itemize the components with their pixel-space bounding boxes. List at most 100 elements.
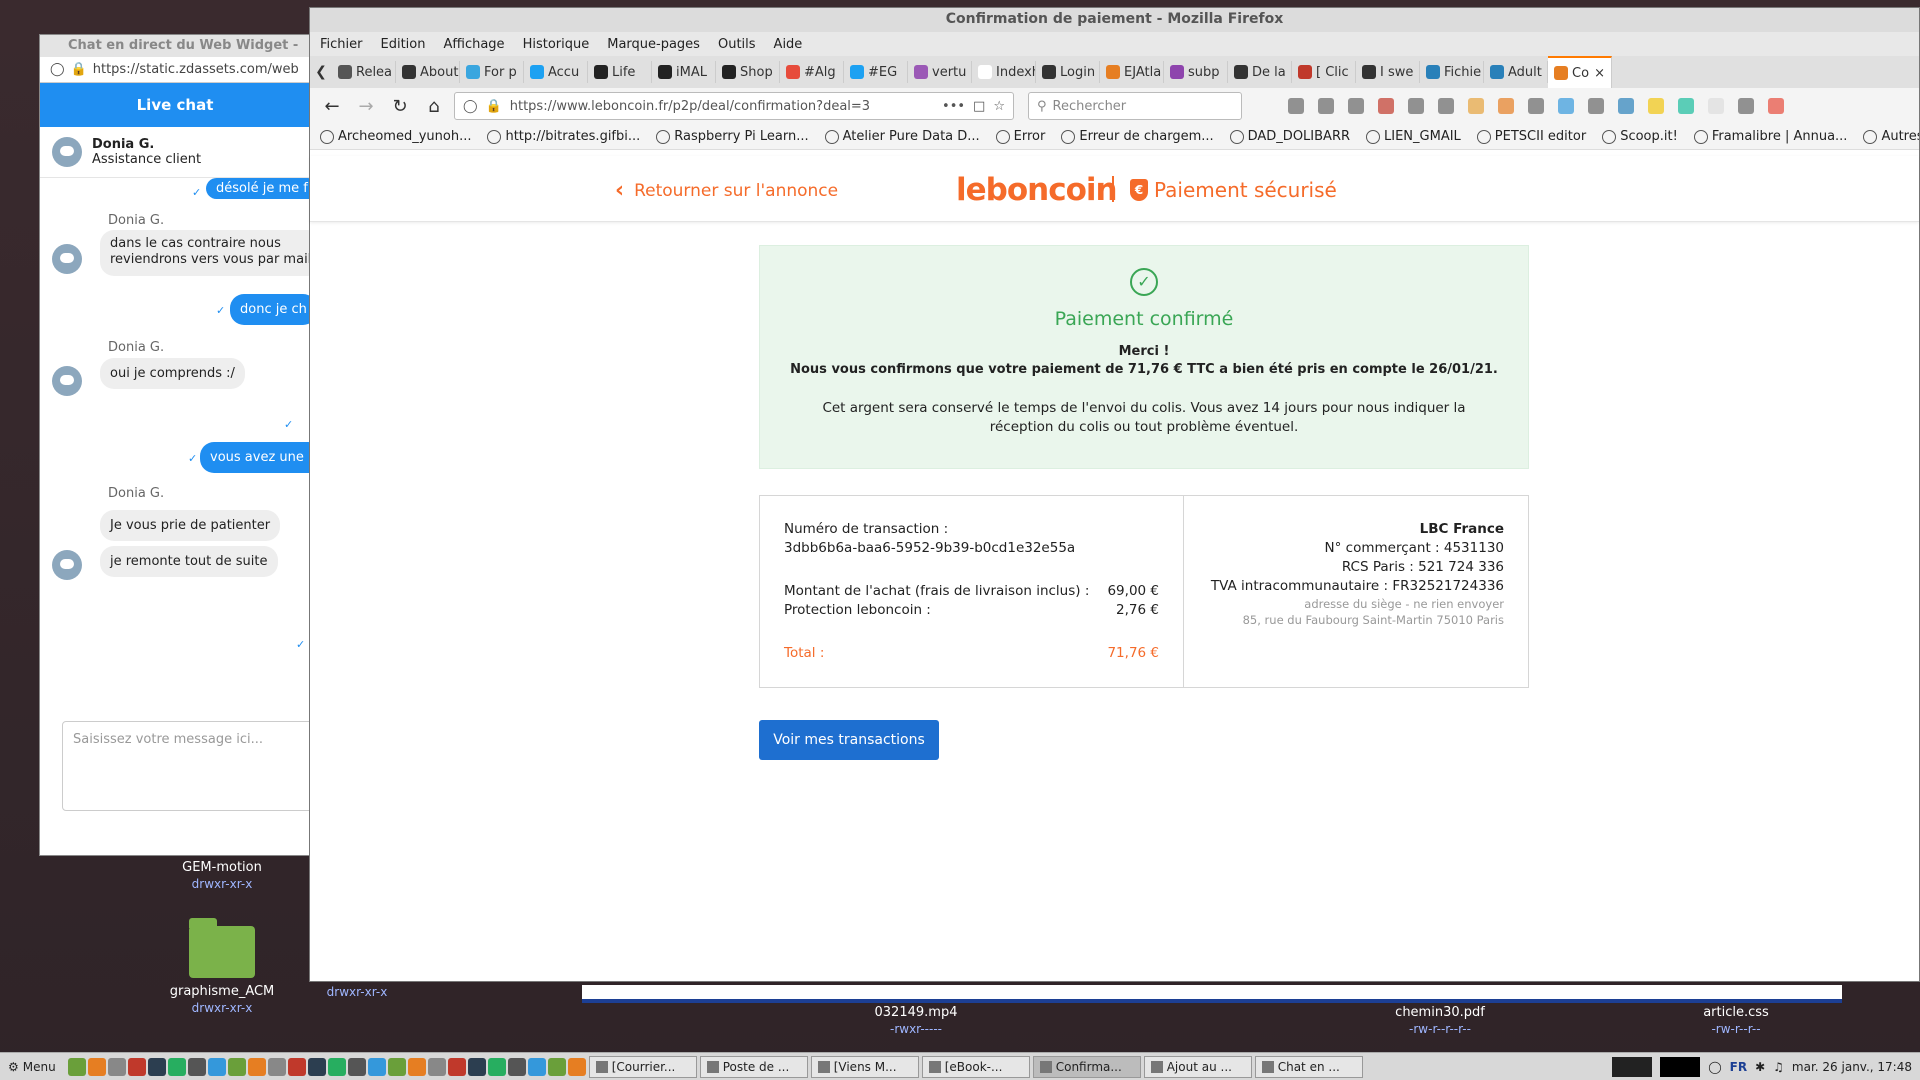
taskbar-window-button[interactable]: [Courrier... <box>588 1055 697 1078</box>
launcher-app-icon[interactable] <box>547 1057 566 1076</box>
bookmark-item[interactable]: Atelier Pure Data D... <box>824 129 980 144</box>
bookmark-item[interactable]: Autres marque <box>1863 129 1919 144</box>
extension-icon[interactable] <box>1408 98 1424 114</box>
desktop-folder-graphisme[interactable]: graphisme_ACM drwxr-xr-x <box>152 918 292 1016</box>
launcher-app-icon[interactable] <box>367 1057 386 1076</box>
bookmark-item[interactable]: PETSCII editor <box>1476 129 1586 144</box>
leboncoin-logo[interactable]: leboncoin <box>956 172 1118 208</box>
browser-tab[interactable]: Co × <box>1548 56 1612 88</box>
extension-icon[interactable] <box>1648 98 1664 114</box>
menu-fichier[interactable]: Fichier <box>320 37 363 52</box>
bookmark-item[interactable]: Error <box>995 129 1045 144</box>
browser-tab[interactable]: subp <box>1164 61 1228 83</box>
launcher-app-icon[interactable] <box>227 1057 246 1076</box>
browser-tab[interactable]: Login <box>1036 61 1100 83</box>
library-icon[interactable] <box>1318 98 1334 114</box>
taskbar-window-button[interactable]: [Viens M... <box>810 1055 919 1078</box>
bookmark-item[interactable]: DAD_DOLIBARR <box>1229 129 1350 144</box>
launcher-app-icon[interactable] <box>407 1057 426 1076</box>
launcher-app-icon[interactable] <box>327 1057 346 1076</box>
close-tab-icon[interactable]: × <box>1594 66 1605 81</box>
home-icon[interactable]: ⌂ <box>420 92 448 120</box>
launcher-app-icon[interactable] <box>167 1057 186 1076</box>
launcher-app-icon[interactable] <box>67 1057 86 1076</box>
launcher-app-icon[interactable] <box>107 1057 126 1076</box>
browser-tab[interactable]: Adult <box>1484 61 1548 83</box>
desktop-file-pdf[interactable]: chemin30.pdf -rw-r--r--r-- <box>1370 1005 1510 1037</box>
taskbar-window-button[interactable]: Ajout au ... <box>1143 1055 1252 1078</box>
youtube-icon[interactable] <box>1768 98 1784 114</box>
bluetooth-icon[interactable]: ✱ <box>1755 1060 1765 1074</box>
launcher-app-icon[interactable] <box>567 1057 586 1076</box>
launcher-app-icon[interactable] <box>147 1057 166 1076</box>
menu-historique[interactable]: Historique <box>523 37 590 52</box>
browser-tab[interactable]: For p <box>460 61 524 83</box>
bookmark-item[interactable]: Framalibre | Annua... <box>1693 129 1847 144</box>
back-to-listing-link[interactable]: ‹ Retourner sur l'annonce <box>615 178 838 203</box>
launcher-app-icon[interactable] <box>247 1057 266 1076</box>
extension-icon[interactable] <box>1498 98 1514 114</box>
clock[interactable]: mar. 26 janv., 17:48 <box>1792 1060 1912 1074</box>
chat-urlbar[interactable]: ◯ 🔒 https://static.zdassets.com/web <box>40 57 310 83</box>
desktop-file-mp4[interactable]: 032149.mp4 -rwxr----- <box>846 1005 986 1037</box>
sidebar-icon[interactable] <box>1438 98 1454 114</box>
menu-edition[interactable]: Edition <box>381 37 426 52</box>
launcher-app-icon[interactable] <box>507 1057 526 1076</box>
back-arrow-icon[interactable]: ← <box>318 92 346 120</box>
launcher-app-icon[interactable] <box>87 1057 106 1076</box>
reload-icon[interactable]: ↻ <box>386 92 414 120</box>
view-transactions-button[interactable]: Voir mes transactions <box>759 720 939 760</box>
forward-arrow-icon[interactable]: → <box>352 92 380 120</box>
launcher-app-icon[interactable] <box>347 1057 366 1076</box>
keyboard-layout[interactable]: FR <box>1730 1060 1747 1074</box>
star-icon[interactable]: ☆ <box>993 99 1005 114</box>
pocket-icon[interactable]: □ <box>973 99 985 114</box>
extension-icon[interactable] <box>1348 98 1364 114</box>
extension-icon[interactable] <box>1738 98 1754 114</box>
browser-tab[interactable]: #Alg <box>780 61 844 83</box>
launcher-app-icon[interactable] <box>287 1057 306 1076</box>
start-menu-button[interactable]: ⚙ Menu <box>0 1060 64 1074</box>
more-icon[interactable]: ••• <box>942 99 965 114</box>
menu-affichage[interactable]: Affichage <box>443 37 504 52</box>
desktop-file-css[interactable]: article.css -rw-r--r-- <box>1666 1005 1806 1037</box>
extension-icon[interactable] <box>1678 98 1694 114</box>
launcher-app-icon[interactable] <box>527 1057 546 1076</box>
taskbar-window-button[interactable]: Confirma... <box>1032 1055 1141 1078</box>
launcher-app-icon[interactable] <box>127 1057 146 1076</box>
shield-icon[interactable]: ◯ <box>1708 1060 1721 1074</box>
browser-tab[interactable]: vertu <box>908 61 972 83</box>
chat-window[interactable]: Chat en direct du Web Widget - ◯ 🔒 https… <box>39 34 322 856</box>
launcher-app-icon[interactable] <box>467 1057 486 1076</box>
browser-tab[interactable]: Shop <box>716 61 780 83</box>
browser-tab[interactable]: De la <box>1228 61 1292 83</box>
download-icon[interactable] <box>1288 98 1304 114</box>
extension-icon[interactable] <box>1528 98 1544 114</box>
volume-icon[interactable]: ♫ <box>1773 1060 1784 1074</box>
taskbar-window-button[interactable]: Chat en ... <box>1254 1055 1363 1078</box>
bookmark-item[interactable]: Erreur de chargem... <box>1061 129 1214 144</box>
launcher-app-icon[interactable] <box>427 1057 446 1076</box>
tabs-scroll-left-icon[interactable]: ❮ <box>310 58 332 86</box>
browser-tab[interactable]: Indexhib <box>972 61 1036 83</box>
menu-marque-pages[interactable]: Marque-pages <box>607 37 700 52</box>
browser-tab[interactable]: #EG <box>844 61 908 83</box>
desktop-folder-gem-motion[interactable]: GEM-motion drwxr-xr-x <box>152 860 292 892</box>
launcher-app-icon[interactable] <box>267 1057 286 1076</box>
taskbar-window-button[interactable]: [eBook-... <box>921 1055 1030 1078</box>
save-icon[interactable] <box>1588 98 1604 114</box>
bookmark-item[interactable]: http://bitrates.gifbi... <box>487 129 640 144</box>
launcher-app-icon[interactable] <box>207 1057 226 1076</box>
launcher-app-icon[interactable] <box>307 1057 326 1076</box>
chat-message-input[interactable]: Saisissez votre message ici... <box>62 721 322 811</box>
browser-tab[interactable]: Accu <box>524 61 588 83</box>
taskbar-window-button[interactable]: Poste de ... <box>699 1055 808 1078</box>
browser-tab[interactable]: About <box>396 61 460 83</box>
launcher-app-icon[interactable] <box>487 1057 506 1076</box>
extension-icon[interactable] <box>1468 98 1484 114</box>
bookmark-item[interactable]: LIEN_GMAIL <box>1366 129 1461 144</box>
browser-tab[interactable]: EJAtla <box>1100 61 1164 83</box>
extension-icon[interactable] <box>1558 98 1574 114</box>
browser-tab[interactable]: Fichie <box>1420 61 1484 83</box>
browser-tab[interactable]: Life <box>588 61 652 83</box>
